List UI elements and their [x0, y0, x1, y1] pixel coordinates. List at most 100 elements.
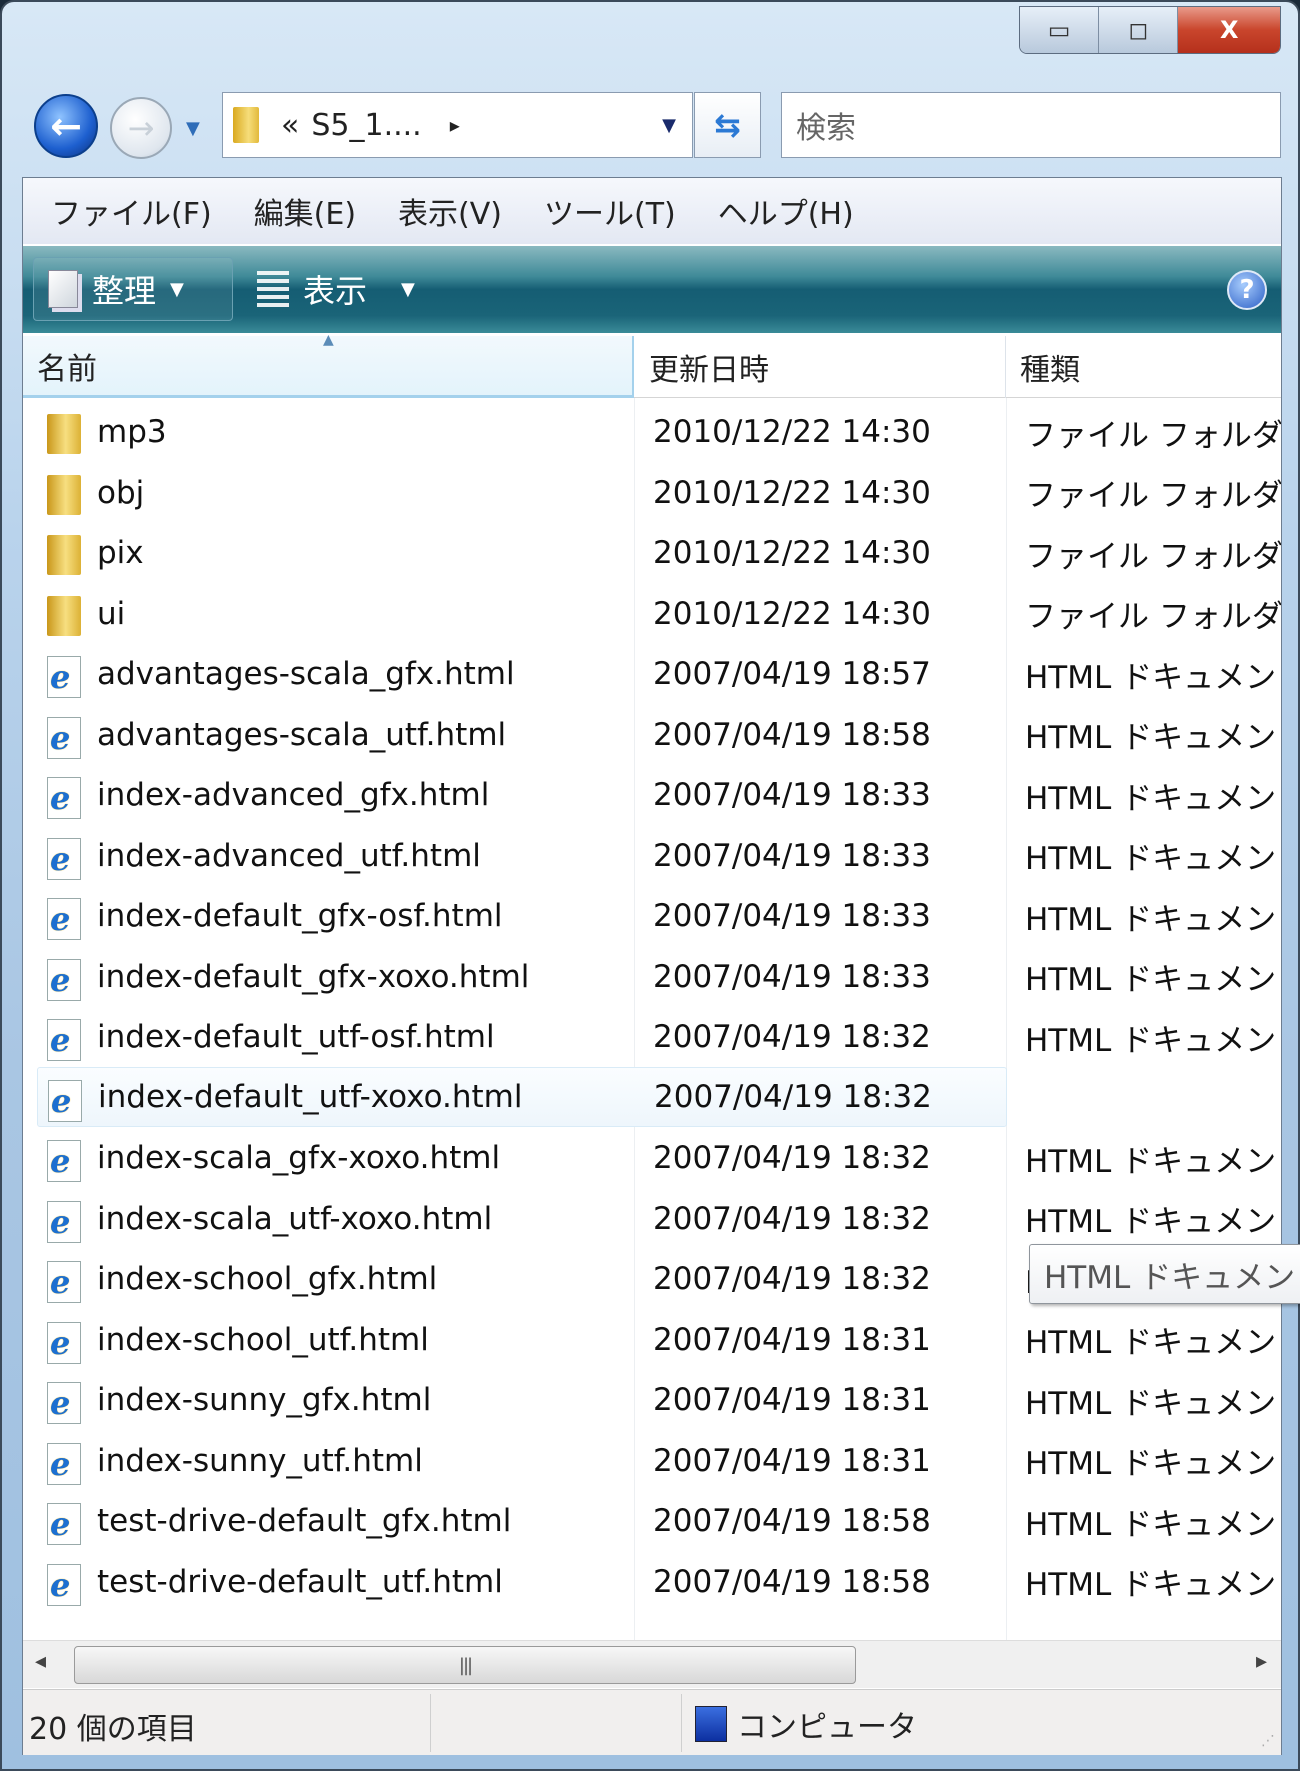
- file-name: index-default_gfx-osf.html: [97, 898, 503, 934]
- menu-tools[interactable]: ツール(T): [544, 189, 676, 233]
- item-count: 20 個の項目: [29, 1712, 197, 1747]
- file-row[interactable]: pix 2010/12/22 14:30 ファイル フォルダ: [23, 523, 1281, 583]
- command-bar: 整理 ▼ 表示 ▼ ?: [23, 246, 1281, 333]
- file-type: HTML ドキュメント: [1025, 1385, 1281, 1422]
- recent-pages-dropdown[interactable]: ▼: [186, 118, 200, 139]
- computer-icon: [695, 1706, 727, 1742]
- file-row[interactable]: e index-default_utf-xoxo.html 2007/04/19 1…: [37, 1066, 1007, 1127]
- scroll-left-icon[interactable]: ◂: [35, 1649, 46, 1674]
- status-bar: 20 個の項目 コンピュータ ⋰: [23, 1689, 1281, 1755]
- file-date: 2007/04/19 18:33: [653, 837, 931, 874]
- close-button[interactable]: X: [1178, 7, 1280, 53]
- address-dropdown-icon[interactable]: ▼: [662, 115, 676, 136]
- column-header-type[interactable]: 種類: [1006, 336, 1283, 398]
- column-label: 名前: [37, 351, 97, 387]
- file-date: 2007/04/19 18:58: [653, 1563, 931, 1600]
- file-row[interactable]: e test-drive-default_gfx.html 2007/04/19 1…: [23, 1491, 1281, 1551]
- html-file-icon: e: [47, 777, 81, 827]
- file-row[interactable]: e index-default_utf-osf.html 2007/04/19 18…: [23, 1007, 1281, 1067]
- chevron-down-icon: ▼: [170, 278, 184, 300]
- file-row[interactable]: e index-default_gfx-xoxo.html 2007/04/19 1…: [23, 947, 1281, 1007]
- html-file-icon: e: [47, 1019, 81, 1069]
- file-date: 2007/04/19 18:32: [653, 1200, 931, 1237]
- resize-grip-icon[interactable]: ⋰: [1261, 1733, 1275, 1749]
- file-type: HTML ドキュメント: [1025, 1506, 1281, 1543]
- menu-help[interactable]: ヘルプ(H): [718, 189, 854, 233]
- html-file-icon: e: [47, 1382, 81, 1432]
- file-name: ui: [97, 595, 126, 632]
- file-date: 2007/04/19 18:58: [653, 716, 931, 753]
- organize-button[interactable]: 整理 ▼: [33, 257, 233, 321]
- column-header: ▲ 名前 更新日時 種類: [23, 332, 1283, 398]
- minimize-button[interactable]: ▭: [1020, 7, 1100, 53]
- file-date: 2007/04/19 18:58: [653, 1503, 931, 1539]
- file-row[interactable]: e index-scala_gfx-xoxo.html 2007/04/19 18:…: [23, 1128, 1281, 1188]
- file-type: HTML ドキュメント: [1025, 962, 1281, 998]
- file-row[interactable]: ui 2010/12/22 14:30 ファイル フォルダ: [23, 584, 1281, 644]
- file-row[interactable]: e index-advanced_gfx.html 2007/04/19 18:33…: [23, 765, 1281, 825]
- file-row[interactable]: e index-sunny_gfx.html 2007/04/19 18:31 HTM…: [23, 1370, 1281, 1430]
- html-file-icon: e: [47, 716, 81, 767]
- file-row[interactable]: e index-scala_utf-xoxo.html 2007/04/19 18:…: [23, 1189, 1281, 1249]
- file-row[interactable]: e index-default_gfx-osf.html 2007/04/19 18…: [23, 886, 1281, 946]
- column-header-name[interactable]: ▲ 名前: [23, 332, 634, 398]
- file-type: HTML ドキュメント: [1025, 780, 1281, 817]
- horizontal-scrollbar[interactable]: ◂ ||| ▸: [23, 1640, 1281, 1688]
- file-name: index-school_gfx.html: [97, 1261, 438, 1297]
- file-date: 2007/04/19 18:31: [653, 1382, 931, 1418]
- file-type: HTML ドキュメント: [1025, 1143, 1281, 1180]
- views-button[interactable]: 表示 ▼: [243, 257, 429, 321]
- menu-edit[interactable]: 編集(E): [254, 189, 356, 233]
- file-name: mp3: [97, 414, 167, 450]
- scrollbar-thumb[interactable]: |||: [74, 1646, 856, 1684]
- file-row[interactable]: obj 2010/12/22 14:30 ファイル フォルダ: [23, 463, 1281, 523]
- breadcrumb-chevron-icon[interactable]: ▸: [450, 113, 460, 137]
- file-type: HTML ドキュメント: [1025, 720, 1281, 756]
- file-date: 2007/04/19 18:33: [653, 777, 931, 813]
- html-file-icon: e: [47, 1261, 81, 1311]
- file-name: index-scala_utf-xoxo.html: [97, 1200, 493, 1237]
- html-file-icon: e: [47, 1563, 81, 1614]
- menu-file[interactable]: ファイル(F): [51, 189, 212, 233]
- column-label: 更新日時: [649, 353, 769, 388]
- html-file-icon: e: [47, 958, 81, 1009]
- explorer-window: ▭ ◻ X ← → ▼ « S5_1.... ▸ ▼ ⇆ 検索 ファイル(F) …: [0, 0, 1300, 1771]
- breadcrumb-item[interactable]: S5_1....: [311, 108, 421, 143]
- file-row[interactable]: e index-school_utf.html 2007/04/19 18:31 HT…: [23, 1310, 1281, 1370]
- file-date: 2007/04/19 18:32: [653, 1019, 931, 1055]
- html-file-icon: e: [47, 1140, 81, 1190]
- file-date: 2010/12/22 14:30: [653, 414, 931, 450]
- search-input[interactable]: 検索: [781, 92, 1281, 158]
- refresh-button[interactable]: ⇆: [694, 92, 761, 158]
- details-view-icon: [257, 271, 289, 307]
- file-type: HTML ドキュメント: [1025, 841, 1281, 877]
- file-name: index-scala_gfx-xoxo.html: [97, 1140, 501, 1176]
- file-type: HTML ドキュメント: [1025, 1022, 1281, 1059]
- file-row[interactable]: e index-advanced_utf.html 2007/04/19 18:33…: [23, 826, 1281, 886]
- explorer-content: ファイル(F) 編集(E) 表示(V) ツール(T) ヘルプ(H) 整理 ▼ 表…: [22, 177, 1300, 1755]
- organize-label: 整理: [92, 272, 157, 310]
- help-button[interactable]: ?: [1227, 270, 1267, 310]
- file-name: pix: [97, 535, 144, 571]
- pages-icon: [48, 270, 78, 308]
- menu-view[interactable]: 表示(V): [398, 189, 502, 233]
- folder-icon: [233, 107, 259, 143]
- address-bar[interactable]: « S5_1.... ▸ ▼: [222, 92, 693, 158]
- file-name: test-drive-default_gfx.html: [97, 1503, 512, 1539]
- maximize-button[interactable]: ◻: [1099, 7, 1179, 53]
- forward-button[interactable]: →: [110, 97, 172, 159]
- file-name: index-default_gfx-xoxo.html: [97, 958, 530, 995]
- breadcrumb-overflow[interactable]: «: [281, 108, 299, 143]
- column-header-date[interactable]: 更新日時: [635, 336, 1006, 398]
- scroll-right-icon[interactable]: ▸: [1256, 1649, 1267, 1674]
- file-row[interactable]: e advantages-scala_gfx.html 2007/04/19 18:…: [23, 644, 1281, 704]
- file-type: ファイル フォルダ: [1025, 417, 1281, 454]
- zone-indicator: コンピュータ: [695, 1702, 917, 1746]
- back-button[interactable]: ←: [34, 94, 98, 158]
- file-row[interactable]: e index-sunny_utf.html 2007/04/19 18:31 HTM…: [23, 1431, 1281, 1491]
- file-row[interactable]: mp3 2010/12/22 14:30 ファイル フォルダ: [23, 402, 1281, 462]
- html-file-icon: e: [47, 898, 81, 948]
- file-row[interactable]: e advantages-scala_utf.html 2007/04/19 18:…: [23, 705, 1281, 765]
- file-row[interactable]: e test-drive-default_utf.html 2007/04/19 1…: [23, 1552, 1281, 1612]
- file-name: index-default_utf-xoxo.html: [98, 1078, 523, 1115]
